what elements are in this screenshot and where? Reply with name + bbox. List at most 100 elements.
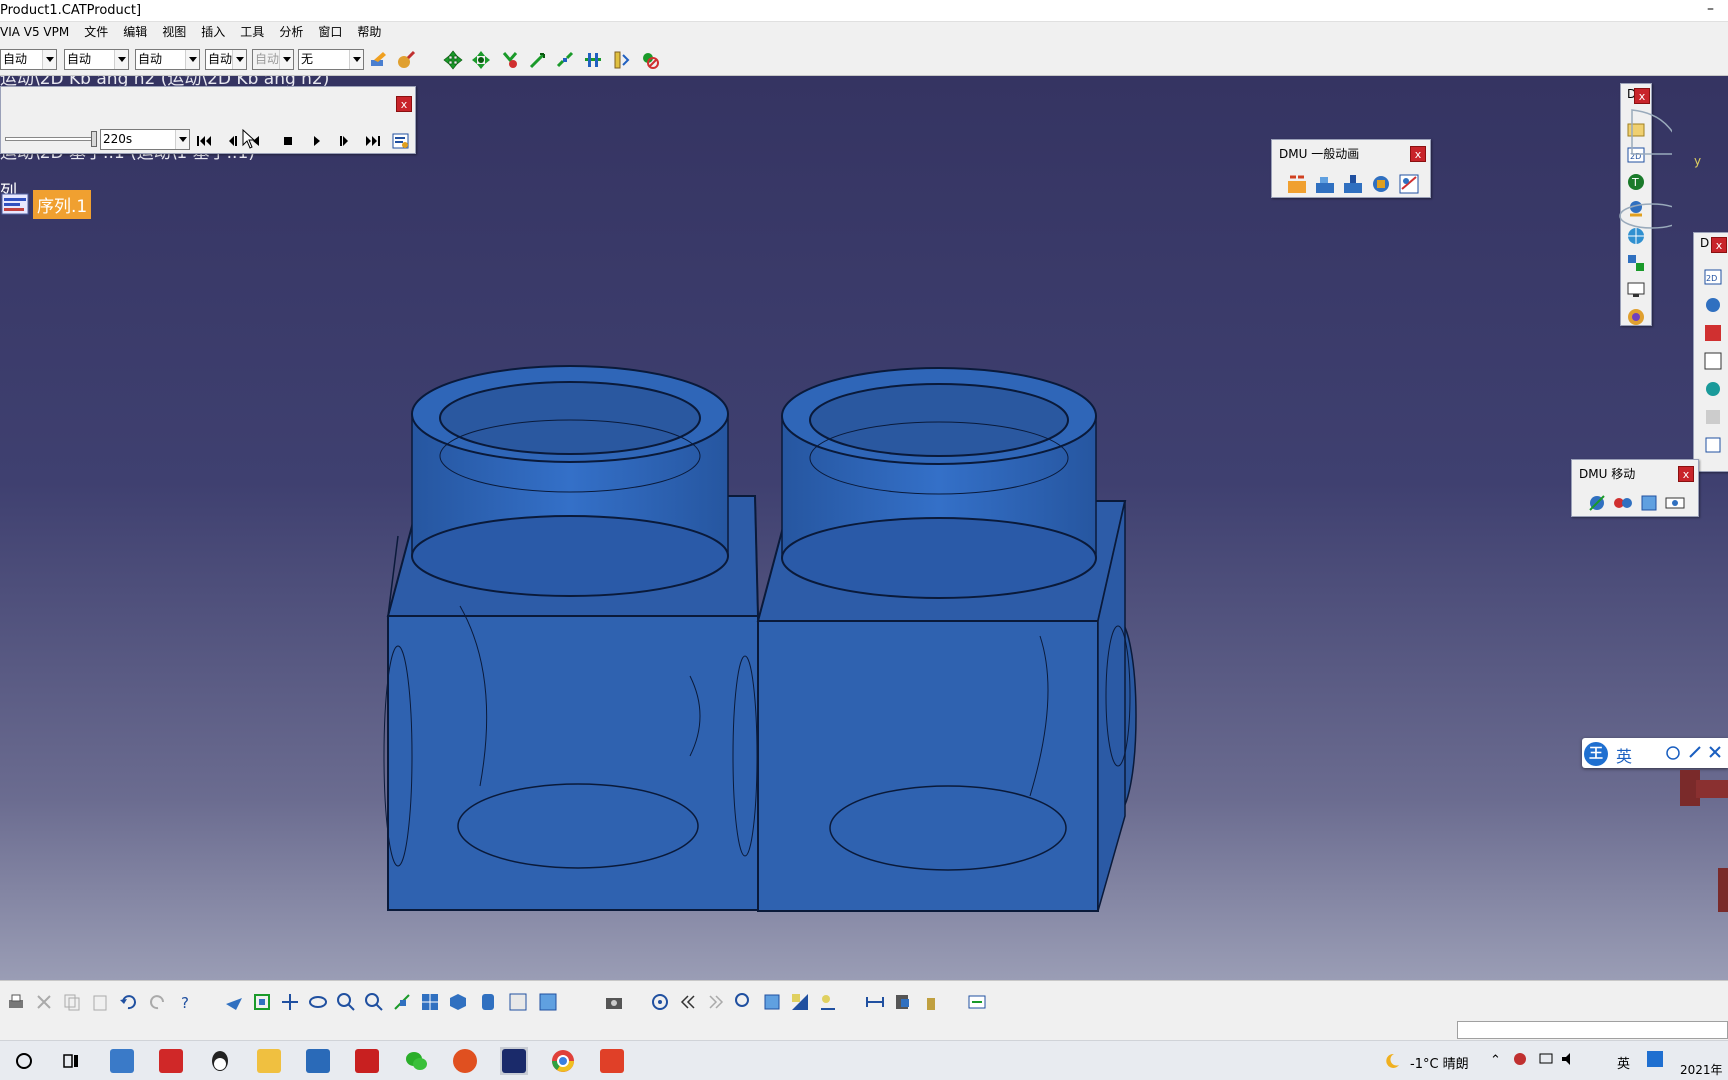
3d-viewport[interactable]: 运动\2D Kb ang h2 (运动\2D Kb ang h2) 运动\2D … [0, 76, 1728, 980]
wechat-app-icon[interactable] [402, 1047, 430, 1075]
network-icon[interactable] [1538, 1051, 1554, 1070]
zoom-in-icon[interactable] [335, 991, 357, 1013]
clipping-icon[interactable] [761, 991, 783, 1013]
translation-icon[interactable] [1664, 492, 1686, 514]
multi-view-icon[interactable] [419, 991, 441, 1013]
close-icon[interactable]: x [1711, 237, 1727, 253]
move-icon[interactable] [443, 50, 463, 70]
layer-combo[interactable]: 无 [298, 49, 364, 70]
inertia-icon[interactable] [892, 991, 914, 1013]
tray-app-icon[interactable] [1512, 1051, 1528, 1070]
simulation-icon[interactable] [1286, 173, 1308, 195]
line-type-combo[interactable]: 自动 [205, 49, 247, 70]
zoom-out-icon[interactable] [363, 991, 385, 1013]
snap-icon[interactable] [500, 50, 520, 70]
report-icon[interactable] [1702, 434, 1724, 456]
update-icon[interactable] [966, 991, 988, 1013]
screen-recorder-icon[interactable] [598, 1047, 626, 1075]
manipulation-icon[interactable] [471, 50, 491, 70]
acrobat-app-icon[interactable] [353, 1047, 381, 1075]
hide-show-icon[interactable] [507, 991, 529, 1013]
distance-measure-icon[interactable] [864, 991, 886, 1013]
pan-icon[interactable] [279, 991, 301, 1013]
menu-item-file[interactable]: 文件 [77, 22, 116, 42]
previous-viewpoint-icon[interactable] [677, 991, 699, 1013]
3d-model[interactable] [0, 76, 1200, 980]
print-icon[interactable] [5, 991, 27, 1013]
emoji-icon[interactable] [1666, 746, 1680, 763]
weight-icon[interactable] [920, 991, 942, 1013]
menu-item-window[interactable]: 窗口 [311, 22, 350, 42]
menu-item-help[interactable]: 帮助 [350, 22, 389, 42]
close-icon[interactable]: x [1410, 146, 1426, 162]
fit-all-icon[interactable] [251, 991, 273, 1013]
swap-visible-icon[interactable] [537, 991, 559, 1013]
chevron-up-icon[interactable]: ⌃ [1490, 1053, 1501, 1068]
left-block[interactable] [383, 365, 760, 911]
minimize-button[interactable]: – [1707, 1, 1714, 17]
review-icon[interactable] [1625, 306, 1647, 328]
scissors-icon[interactable] [1708, 745, 1722, 762]
magnifier-icon[interactable] [733, 991, 755, 1013]
clash-icon[interactable] [1702, 378, 1724, 400]
undo-icon[interactable] [117, 991, 139, 1013]
symmetry-icon[interactable] [1612, 492, 1634, 514]
computer-app-icon[interactable] [108, 1047, 136, 1075]
fly-mode-icon[interactable] [223, 991, 245, 1013]
qq-app-icon[interactable] [206, 1047, 234, 1075]
rotate-icon[interactable] [307, 991, 329, 1013]
menu-item-tools[interactable]: 工具 [233, 22, 272, 42]
cortana-search-icon[interactable] [10, 1047, 38, 1075]
camera-icon[interactable] [1702, 294, 1724, 316]
compass[interactable]: y [1612, 104, 1701, 264]
weather-text[interactable]: -1°C 晴朗 [1410, 1053, 1469, 1072]
task-view-icon[interactable] [57, 1047, 85, 1075]
smart-move-icon[interactable] [528, 50, 548, 70]
transparency-combo[interactable]: 自动 [64, 49, 129, 70]
volume-icon[interactable] [1560, 1051, 1576, 1070]
monitor-icon[interactable] [1625, 279, 1647, 301]
line-thickness-combo[interactable]: 自动 [135, 49, 200, 70]
stop-manipulate-icon[interactable] [640, 50, 660, 70]
menu-item-analyze[interactable]: 分析 [272, 22, 311, 42]
2d-layout-icon[interactable]: 2D [1702, 266, 1724, 288]
menu-item-view[interactable]: 视图 [155, 22, 194, 42]
ime-language-toggle[interactable]: 英 [1616, 743, 1632, 767]
command-input[interactable] [1457, 1021, 1728, 1039]
right-block[interactable] [756, 367, 1137, 912]
color-combo[interactable]: 自动 [0, 49, 57, 70]
properties-painter-icon[interactable] [396, 50, 416, 70]
normal-view-icon[interactable] [391, 991, 413, 1013]
photos-app-icon[interactable] [304, 1047, 332, 1075]
menu-item-vpm[interactable]: VIA V5 VPM [0, 22, 77, 42]
tool-app-icon[interactable] [451, 1047, 479, 1075]
compile-simulation-icon[interactable] [1314, 173, 1336, 195]
file-explorer-icon[interactable] [255, 1047, 283, 1075]
menu-item-edit[interactable]: 编辑 [116, 22, 155, 42]
manipulation-move-icon[interactable] [1586, 492, 1608, 514]
help-icon[interactable]: ? [177, 991, 199, 1013]
distribute-icon[interactable] [583, 50, 603, 70]
swept-volume-icon[interactable] [1398, 173, 1420, 195]
isometric-view-icon[interactable] [447, 991, 469, 1013]
section-icon[interactable] [1702, 322, 1724, 344]
wps-app-icon[interactable] [157, 1047, 185, 1075]
close-icon[interactable]: x [1634, 88, 1650, 104]
paint-brush-icon[interactable] [368, 50, 388, 70]
compass-target-icon[interactable] [649, 991, 671, 1013]
edit-sequence-icon[interactable] [1342, 173, 1364, 195]
clock-date[interactable]: 2021年 [1680, 1061, 1723, 1078]
pen-icon[interactable] [1688, 745, 1702, 762]
light-source-icon[interactable] [817, 991, 839, 1013]
menu-item-insert[interactable]: 插入 [194, 22, 233, 42]
chrome-app-icon[interactable] [549, 1047, 577, 1075]
shading-icon[interactable] [477, 991, 499, 1013]
catia-app-icon[interactable] [500, 1047, 528, 1075]
tray-ime-icon[interactable] [1646, 1050, 1664, 1071]
mechanism-player-icon[interactable] [1370, 173, 1392, 195]
close-icon[interactable]: x [1678, 466, 1694, 482]
capture-icon[interactable] [603, 991, 625, 1013]
measure-icon[interactable] [611, 50, 631, 70]
tray-ime-language[interactable]: 英 [1617, 1053, 1630, 1072]
lighting-icon[interactable] [789, 991, 811, 1013]
